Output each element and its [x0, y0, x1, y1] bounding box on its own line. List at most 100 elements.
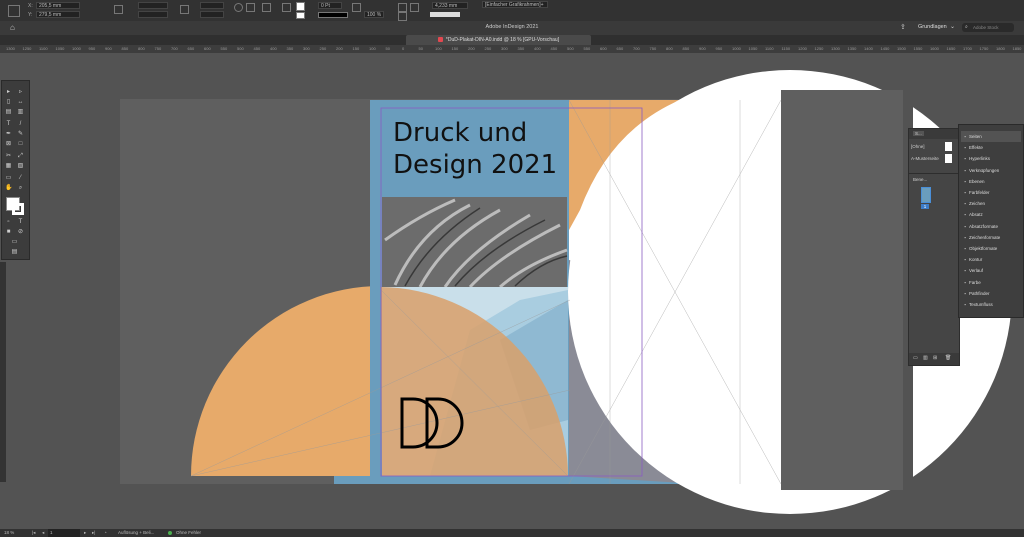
ruler-tick-label: 650 [187, 46, 195, 51]
page-1-number: 1 [921, 204, 929, 209]
gradient-swatch-tool-icon[interactable]: ▦ [5, 163, 12, 170]
panel-item-farbfelder[interactable]: ▪ Farbfelder [961, 187, 1021, 198]
ruler-tick-label: 1550 [913, 46, 923, 51]
panel-item-pathfinder[interactable]: ▪ Pathfinder [961, 288, 1021, 299]
page-1-thumb[interactable] [921, 187, 931, 203]
panel-item-zeichenformate[interactable]: ▪ Zeichenformate [961, 232, 1021, 243]
opacity-field[interactable]: 100 % [364, 11, 384, 18]
gap-tool-icon[interactable]: ↔ [17, 99, 24, 106]
fit-content-icon[interactable] [410, 3, 419, 12]
rectangle-frame-tool-icon[interactable]: ⊠ [5, 141, 12, 148]
free-transform-tool-icon[interactable]: ⤢ [17, 153, 24, 160]
x-field[interactable]: 205,5 mm [36, 2, 80, 9]
content-collector-icon[interactable]: ▤ [5, 109, 12, 116]
dimension-field[interactable]: 4,233 mm [432, 2, 468, 9]
next-page-icon[interactable]: ▸ [84, 529, 86, 537]
screen-mode-icon[interactable]: ▭ [11, 239, 18, 246]
pencil-tool-icon[interactable]: ✎ [17, 131, 24, 138]
workspace-switcher[interactable]: Grundlagen [918, 24, 947, 30]
rotate-icon[interactable] [234, 3, 243, 12]
stroke-weight-field[interactable]: 0 Pt [318, 2, 342, 9]
scale-icon[interactable] [180, 5, 189, 14]
formatting-container-icon[interactable]: ▫ [5, 219, 12, 226]
panel-item-absatzformate[interactable]: ▪ Absatzformate [961, 221, 1021, 232]
error-status[interactable]: Ohne Fehler [176, 529, 201, 537]
eyedropper-tool-icon[interactable]: ⁄ [17, 175, 24, 182]
apply-none-icon[interactable]: ⊘ [17, 229, 24, 236]
preflight-icon[interactable]: ◔ [104, 529, 107, 537]
fill-swatch-icon[interactable] [296, 2, 305, 11]
panel-item-seiten[interactable]: ▪ Seiten [961, 131, 1021, 142]
prev-page-icon[interactable]: ◂ [42, 529, 44, 537]
shear-icon[interactable] [246, 3, 255, 12]
panel-item-objektformate[interactable]: ▪ Objektformate [961, 243, 1021, 254]
constrain-icon[interactable] [114, 5, 123, 14]
poster-headline[interactable]: Druck und Design 2021 [393, 117, 573, 181]
none-master-thumb[interactable] [945, 142, 952, 151]
panel-item-absatz[interactable]: ▪ Absatz [961, 209, 1021, 220]
fx-icon[interactable] [352, 3, 361, 12]
hand-tool-icon[interactable]: ✋ [5, 185, 12, 192]
stroke-type-select[interactable] [318, 12, 348, 18]
stroke-color-icon[interactable] [12, 203, 24, 215]
fitting-icon[interactable] [398, 3, 407, 12]
direct-selection-tool-icon[interactable]: ▹ [17, 89, 24, 96]
content-placer-icon[interactable]: ▥ [17, 109, 24, 116]
panel-item-zeichen[interactable]: ▪ Zeichen [961, 198, 1021, 209]
page-tool-icon[interactable]: ▯ [5, 99, 12, 106]
view-mode-icon[interactable]: ▤ [11, 249, 18, 256]
flip-icon[interactable] [262, 3, 271, 12]
none-master-label[interactable]: [Ohne] [911, 144, 925, 149]
pen-tool-icon[interactable]: ✒ [5, 131, 12, 138]
trash-icon[interactable]: 🗑 [945, 355, 951, 361]
first-page-icon[interactable]: |◂ [32, 529, 35, 537]
pages-panel-tab[interactable]: S... [913, 131, 924, 136]
chevron-down-icon[interactable]: ⌄ [950, 23, 955, 30]
zoom-field[interactable]: 18 % [4, 529, 14, 537]
preflight-profile[interactable]: Auflösung + Beli... [118, 529, 154, 537]
reference-point-icon[interactable] [8, 5, 20, 17]
object-style-select[interactable]: [Einfacher Grafikrahmen]+ [482, 1, 548, 8]
document-tab[interactable]: *DuD-Plakat-DIN-A0.indd @ 18 % [GPU-Vors… [406, 35, 591, 45]
page-field[interactable]: 1 [48, 529, 80, 537]
corner-shape-select[interactable] [430, 12, 460, 17]
apply-color-icon[interactable]: ■ [5, 229, 12, 236]
panel-item-textumfluss[interactable]: ▪ Textumfluss [961, 299, 1021, 310]
formatting-text-icon[interactable]: T [17, 219, 24, 226]
rectangle-tool-icon[interactable]: □ [17, 141, 24, 148]
panel-item-kontur[interactable]: ▪ Kontur [961, 254, 1021, 265]
selection-tool-icon[interactable]: ▸ [5, 89, 12, 96]
stock-search[interactable]: ⌕ Adobe Stock [962, 23, 1014, 32]
new-page-icon[interactable]: ⊞ [933, 355, 937, 361]
scale-x-field[interactable] [200, 2, 224, 9]
panel-item-verknüpfungen[interactable]: ▪ Verknüpfungen [961, 165, 1021, 176]
select-container-icon[interactable] [282, 3, 291, 12]
a-master-thumb[interactable] [945, 154, 952, 163]
panel-item-farbe[interactable]: ▪ Farbe [961, 277, 1021, 288]
collapsed-panel-tabs[interactable] [0, 262, 6, 482]
panel-item-label: Verlauf [969, 268, 984, 274]
panel-item-effekte[interactable]: ▪ Effekte [961, 142, 1021, 153]
scissors-tool-icon[interactable]: ✂ [5, 153, 12, 160]
note-tool-icon[interactable]: ▭ [5, 175, 12, 182]
stroke-swatch-icon[interactable] [296, 12, 305, 19]
stroke-icon: ▪ [964, 257, 966, 263]
panel-item-hyperlinks[interactable]: ▪ Hyperlinks [961, 153, 1021, 164]
line-tool-icon[interactable]: / [17, 121, 24, 128]
a-master-label[interactable]: A-Musterseite [911, 156, 939, 161]
close-icon[interactable] [437, 37, 443, 43]
last-page-icon[interactable]: ▸| [92, 529, 95, 537]
gradient-feather-tool-icon[interactable]: ▧ [17, 163, 24, 170]
edit-page-size-icon[interactable]: ▭ [913, 355, 918, 361]
panel-item-verlauf[interactable]: ▪ Verlauf [961, 265, 1021, 276]
layout-icon[interactable]: ▥ [923, 355, 928, 361]
zoom-tool-icon[interactable]: ⌕ [17, 185, 24, 192]
fit-frame-icon[interactable] [398, 12, 407, 21]
y-field[interactable]: 279,5 mm [36, 11, 80, 18]
type-tool-icon[interactable]: T [5, 121, 12, 128]
w-field[interactable] [138, 2, 168, 9]
scale-y-field[interactable] [200, 11, 224, 18]
panel-item-ebenen[interactable]: ▪ Ebenen [961, 176, 1021, 187]
h-field[interactable] [138, 11, 168, 18]
share-icon[interactable]: ⇪ [900, 23, 906, 31]
